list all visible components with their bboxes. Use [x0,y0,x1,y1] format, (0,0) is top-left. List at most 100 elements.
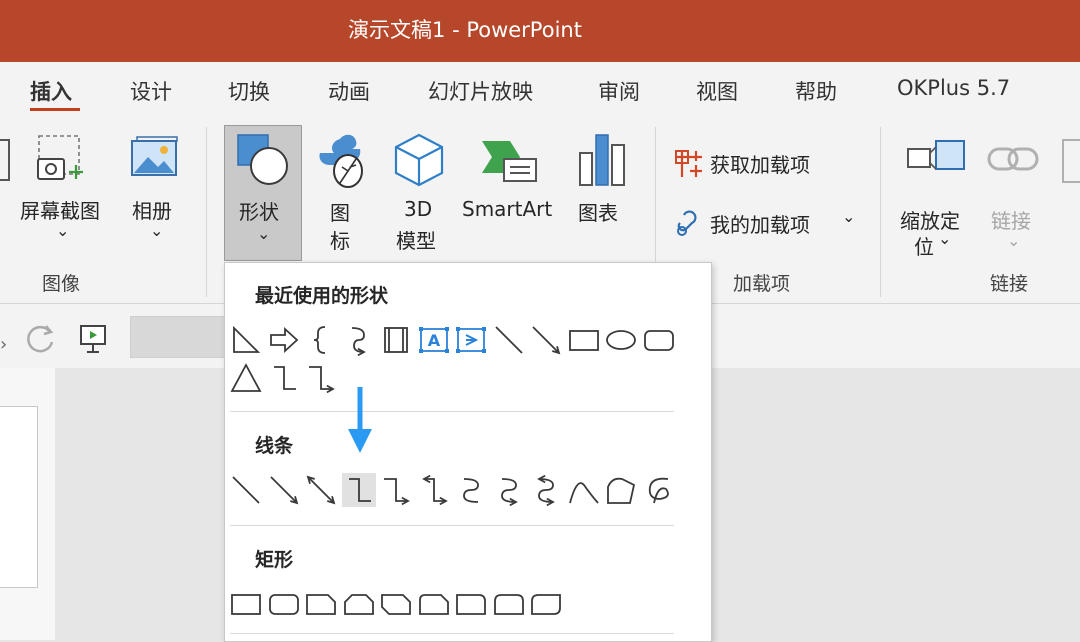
text-box-icon[interactable]: A [417,323,451,357]
snip-round-rectangle-icon[interactable] [417,587,451,621]
3d-model-label-line1: 3D [404,197,433,221]
my-addins-label: 我的加载项 [710,213,810,237]
link-button: 链接 ⌄ [985,127,1045,262]
smartart-button[interactable]: SmartArt [460,127,560,237]
elbow-connector-icon[interactable] [267,361,301,395]
elbow-connector-icon[interactable] [341,473,376,507]
shapes-icon [235,132,291,192]
chevron-down-icon: ⌄ [56,221,70,240]
line-icon[interactable] [229,473,263,507]
curved-double-arrow-connector-icon[interactable] [529,473,563,507]
rectangle-icon[interactable] [567,323,601,357]
tab-review[interactable]: 审阅 [598,76,640,106]
font-name-box[interactable] [130,316,228,358]
curved-arrow-connector-icon[interactable] [492,473,526,507]
round-single-corner-rectangle-icon[interactable] [454,587,488,621]
line-icon[interactable] [492,323,526,357]
rectangles-heading: 矩形 [255,549,294,571]
bar-chart-icon [576,131,628,191]
arrow-line-icon[interactable] [267,473,301,507]
smartart-icon [480,137,540,189]
3d-model-button[interactable]: 3D 模型 [392,127,452,262]
tab-view[interactable]: 视图 [696,76,738,106]
arrow-line-icon[interactable] [529,323,563,357]
double-arrow-line-icon[interactable] [304,473,338,507]
redo-icon[interactable] [24,322,58,360]
chevron-down-icon: ⌄ [1007,231,1021,250]
links-group-label: 链接 [990,273,1029,295]
3d-model-label-line2: 模型 [396,229,436,253]
start-slideshow-icon[interactable] [78,322,108,360]
images-group-label: 图像 [42,273,81,295]
get-addins-label: 获取加载项 [710,153,810,177]
recent-shapes-heading: 最近使用的形状 [255,285,389,307]
curved-connector-arrow-icon[interactable] [342,323,376,357]
freeform-scribble-icon[interactable] [642,473,676,507]
text-box-vertical-icon[interactable] [454,323,488,357]
snip-single-corner-rectangle-icon[interactable] [304,587,338,621]
zoom-button[interactable]: 缩放定 位 ⌄ [898,127,978,262]
screenshot-icon [36,133,83,180]
album-button[interactable]: 相册 ⌄ [126,127,186,257]
vertical-scroll-icon[interactable] [379,323,413,357]
arrow-down-icon [345,385,375,461]
zoom-icon [906,137,966,181]
tab-transitions[interactable]: 切换 [228,76,270,106]
right-triangle-icon[interactable] [229,323,263,357]
snip-same-side-rectangle-icon[interactable] [342,587,376,621]
window-title: 演示文稿1 - PowerPoint [348,18,582,42]
addins-group-label: 加载项 [733,273,791,295]
round-diagonal-rectangle-icon[interactable] [529,587,563,621]
album-label: 相册 [132,199,172,223]
zoom-label-line2: 位 [914,235,934,259]
screenshot-button[interactable]: 屏幕截图 ⌄ [18,127,108,257]
get-addins-button[interactable]: 获取加载项 [674,147,844,177]
smartart-label: SmartArt [462,197,553,221]
shapes-gallery-dropdown: 最近使用的形状 A 线条 矩形 [224,262,712,642]
tab-design[interactable]: 设计 [130,76,172,106]
qat-arrow-icon: › [0,334,8,355]
section-divider [230,633,674,634]
icons-button[interactable]: 图 标 [312,127,372,262]
round-same-side-rectangle-icon[interactable] [492,587,526,621]
title-bar: 演示文稿1 - PowerPoint [0,0,1080,62]
link-label: 链接 [991,209,1031,233]
snip-diagonal-rectangle-icon[interactable] [379,587,413,621]
shapes-button[interactable]: 形状 ⌄ [224,125,302,261]
chart-button[interactable]: 图表 [574,127,634,237]
tab-slideshow[interactable]: 幻灯片放映 [428,76,533,106]
curve-icon[interactable] [567,473,601,507]
freeform-shape-icon[interactable] [604,473,638,507]
link-icon [987,141,1041,181]
tab-insert[interactable]: 插入 [30,76,72,106]
left-brace-icon[interactable] [304,323,338,357]
action-icon [1062,139,1080,183]
slide-thumbnail[interactable] [0,406,38,588]
my-addins-button[interactable]: 我的加载项 ⌄ [674,207,864,237]
rounded-rectangle-icon[interactable] [267,587,301,621]
curved-connector-icon[interactable] [454,473,488,507]
chevron-down-icon: ⌄ [842,207,856,226]
elbow-double-arrow-connector-icon[interactable] [417,473,451,507]
icons-label-line1: 图 [330,201,350,225]
tab-okplus[interactable]: OKPlus 5.7 [897,76,1010,100]
tab-help[interactable]: 帮助 [795,76,837,106]
group-separator [206,127,207,297]
elbow-arrow-connector-icon[interactable] [379,473,413,507]
rounded-rectangle-icon[interactable] [642,323,676,357]
triangle-icon[interactable] [229,361,263,395]
cut-off-icon [0,139,10,181]
oval-icon[interactable] [604,323,638,357]
elbow-arrow-connector-icon[interactable] [304,361,338,395]
active-tab-indicator [30,108,80,111]
ribbon-tabs: 插入 设计 切换 动画 幻灯片放映 审阅 视图 帮助 OKPlus 5.7 [0,62,1080,117]
tab-animations[interactable]: 动画 [328,76,370,106]
group-separator [880,127,881,297]
chevron-down-icon: ⌄ [150,221,164,240]
chevron-down-icon: ⌄ [257,224,271,243]
rectangle-icon[interactable] [229,587,263,621]
lines-heading: 线条 [255,435,294,457]
icons-label-line2: 标 [330,229,350,253]
block-arrow-right-icon[interactable] [267,323,301,357]
photo-album-icon [128,135,180,187]
